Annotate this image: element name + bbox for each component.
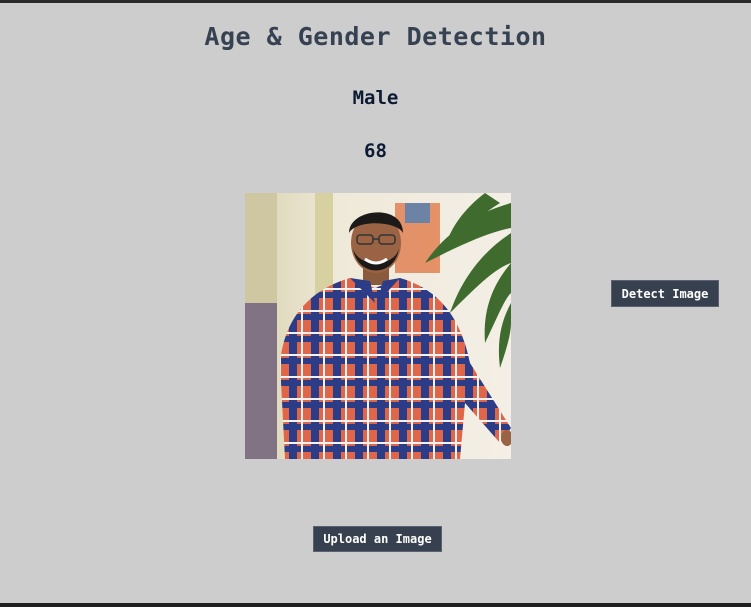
uploaded-photo: [245, 193, 511, 459]
window-top-border: [0, 0, 751, 3]
detect-image-button[interactable]: Detect Image: [611, 280, 719, 307]
window-bottom-border: [0, 603, 751, 607]
age-result-label: 68: [364, 140, 387, 162]
gender-result-label: Male: [352, 87, 399, 109]
page-title: Age & Gender Detection: [204, 22, 547, 51]
upload-image-button[interactable]: Upload an Image: [313, 526, 442, 552]
